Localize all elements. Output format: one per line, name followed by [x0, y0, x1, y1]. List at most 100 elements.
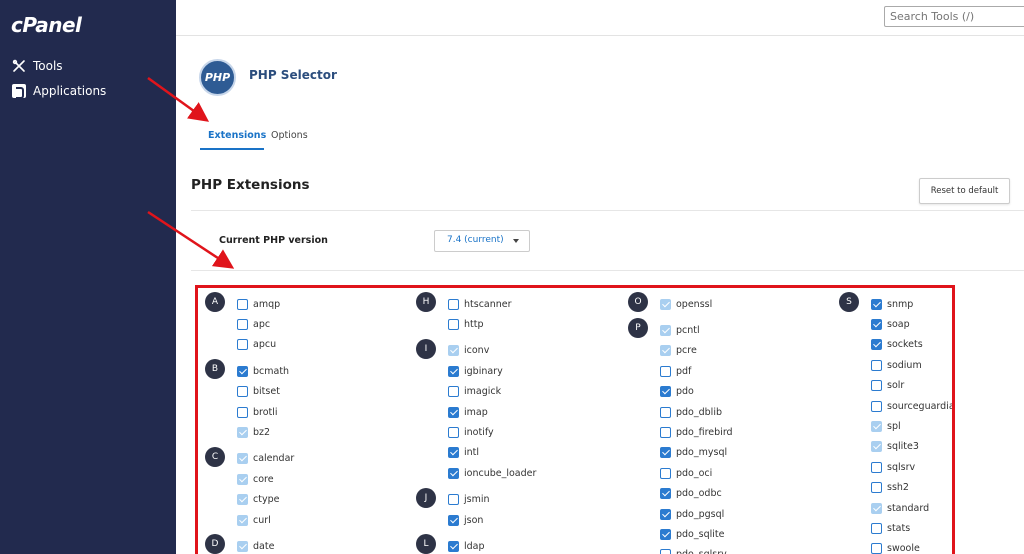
- checkbox[interactable]: [448, 386, 459, 398]
- extension-checkbox-pdf[interactable]: pdf: [660, 364, 691, 378]
- checkbox[interactable]: [237, 318, 248, 330]
- checkbox[interactable]: [871, 502, 882, 514]
- extension-checkbox-openssl[interactable]: openssl: [660, 297, 712, 311]
- extension-checkbox-pdo_sqlsrv[interactable]: pdo_sqlsrv: [660, 548, 727, 554]
- extension-checkbox-pdo_dblib[interactable]: pdo_dblib: [660, 405, 722, 419]
- extension-checkbox-igbinary[interactable]: igbinary: [448, 364, 503, 378]
- checkbox[interactable]: [660, 365, 671, 377]
- extension-checkbox-iconv[interactable]: iconv: [448, 344, 489, 358]
- extension-checkbox-htscanner[interactable]: htscanner: [448, 297, 512, 311]
- checkbox[interactable]: [871, 420, 882, 432]
- extension-checkbox-ssh2[interactable]: ssh2: [871, 481, 909, 495]
- checkbox[interactable]: [237, 426, 248, 438]
- extension-checkbox-pdo_sqlite[interactable]: pdo_sqlite: [660, 527, 724, 541]
- extension-checkbox-jsmin[interactable]: jsmin: [448, 493, 490, 507]
- checkbox[interactable]: [660, 528, 671, 540]
- checkbox[interactable]: [237, 339, 248, 351]
- checkbox[interactable]: [448, 365, 459, 377]
- extension-checkbox-apc[interactable]: apc: [237, 317, 270, 331]
- checkbox[interactable]: [660, 386, 671, 398]
- extension-checkbox-pdo_odbc[interactable]: pdo_odbc: [660, 487, 722, 501]
- extension-checkbox-intl[interactable]: intl: [448, 446, 479, 460]
- extension-checkbox-bitset[interactable]: bitset: [237, 385, 280, 399]
- tab-extensions[interactable]: Extensions: [208, 130, 266, 141]
- checkbox[interactable]: [660, 345, 671, 357]
- extension-checkbox-ldap[interactable]: ldap: [448, 539, 485, 553]
- extension-checkbox-pdo_firebird[interactable]: pdo_firebird: [660, 425, 733, 439]
- extension-checkbox-apcu[interactable]: apcu: [237, 338, 276, 352]
- extension-checkbox-spl[interactable]: spl: [871, 419, 901, 433]
- extension-checkbox-pdo_oci[interactable]: pdo_oci: [660, 466, 712, 480]
- sidebar-item-applications[interactable]: Applications: [11, 83, 106, 99]
- checkbox[interactable]: [660, 406, 671, 418]
- checkbox[interactable]: [448, 406, 459, 418]
- extension-checkbox-bz2[interactable]: bz2: [237, 425, 270, 439]
- checkbox[interactable]: [871, 441, 882, 453]
- checkbox[interactable]: [237, 298, 248, 310]
- extension-checkbox-calendar[interactable]: calendar: [237, 452, 294, 466]
- checkbox[interactable]: [871, 380, 882, 392]
- checkbox[interactable]: [660, 508, 671, 520]
- checkbox[interactable]: [448, 514, 459, 526]
- checkbox[interactable]: [660, 426, 671, 438]
- extension-checkbox-solr[interactable]: solr: [871, 379, 904, 393]
- checkbox[interactable]: [871, 339, 882, 351]
- checkbox[interactable]: [871, 543, 882, 554]
- extension-checkbox-pcre[interactable]: pcre: [660, 344, 697, 358]
- extension-checkbox-pdo_mysql[interactable]: pdo_mysql: [660, 446, 727, 460]
- extension-checkbox-curl[interactable]: curl: [237, 513, 271, 527]
- extension-checkbox-sqlsrv[interactable]: sqlsrv: [871, 460, 915, 474]
- checkbox[interactable]: [237, 540, 248, 552]
- extension-checkbox-standard[interactable]: standard: [871, 501, 929, 515]
- extension-checkbox-sqlite3[interactable]: sqlite3: [871, 440, 919, 454]
- php-version-select[interactable]: 7.4 (current): [434, 230, 530, 252]
- extension-checkbox-json[interactable]: json: [448, 513, 483, 527]
- extension-checkbox-sodium[interactable]: sodium: [871, 358, 922, 372]
- checkbox[interactable]: [237, 514, 248, 526]
- extension-checkbox-ioncube_loader[interactable]: ioncube_loader: [448, 466, 536, 480]
- extension-checkbox-sourceguardian[interactable]: sourceguardian: [871, 399, 952, 413]
- checkbox[interactable]: [660, 447, 671, 459]
- tab-options[interactable]: Options: [271, 130, 308, 141]
- extension-checkbox-brotli[interactable]: brotli: [237, 405, 278, 419]
- extension-checkbox-sockets[interactable]: sockets: [871, 338, 923, 352]
- checkbox[interactable]: [448, 345, 459, 357]
- extension-checkbox-core[interactable]: core: [237, 472, 274, 486]
- extension-checkbox-swoole[interactable]: swoole: [871, 542, 920, 554]
- reset-to-default-button[interactable]: Reset to default: [919, 178, 1010, 204]
- checkbox[interactable]: [871, 522, 882, 534]
- checkbox[interactable]: [871, 298, 882, 310]
- checkbox[interactable]: [448, 540, 459, 552]
- checkbox[interactable]: [237, 494, 248, 506]
- extension-checkbox-pdo[interactable]: pdo: [660, 385, 694, 399]
- checkbox[interactable]: [871, 482, 882, 494]
- extension-checkbox-imap[interactable]: imap: [448, 405, 488, 419]
- checkbox[interactable]: [448, 467, 459, 479]
- checkbox[interactable]: [448, 298, 459, 310]
- search-tools-input[interactable]: [884, 6, 1024, 27]
- extension-checkbox-imagick[interactable]: imagick: [448, 385, 501, 399]
- checkbox[interactable]: [237, 406, 248, 418]
- checkbox[interactable]: [237, 473, 248, 485]
- extension-checkbox-stats[interactable]: stats: [871, 521, 910, 535]
- checkbox[interactable]: [237, 453, 248, 465]
- extension-checkbox-inotify[interactable]: inotify: [448, 425, 494, 439]
- checkbox[interactable]: [660, 549, 671, 554]
- checkbox[interactable]: [448, 494, 459, 506]
- extension-checkbox-pdo_pgsql[interactable]: pdo_pgsql: [660, 507, 724, 521]
- extension-checkbox-http[interactable]: http: [448, 317, 484, 331]
- checkbox[interactable]: [237, 386, 248, 398]
- extension-checkbox-pcntl[interactable]: pcntl: [660, 323, 700, 337]
- checkbox[interactable]: [871, 359, 882, 371]
- extension-checkbox-date[interactable]: date: [237, 539, 274, 553]
- checkbox[interactable]: [871, 400, 882, 412]
- extension-checkbox-ctype[interactable]: ctype: [237, 493, 279, 507]
- checkbox[interactable]: [660, 467, 671, 479]
- cpanel-logo[interactable]: cPanel: [11, 13, 82, 37]
- checkbox[interactable]: [448, 447, 459, 459]
- extension-checkbox-bcmath[interactable]: bcmath: [237, 364, 289, 378]
- sidebar-item-tools[interactable]: Tools: [11, 58, 63, 74]
- checkbox[interactable]: [660, 298, 671, 310]
- checkbox[interactable]: [448, 318, 459, 330]
- extension-checkbox-amqp[interactable]: amqp: [237, 297, 280, 311]
